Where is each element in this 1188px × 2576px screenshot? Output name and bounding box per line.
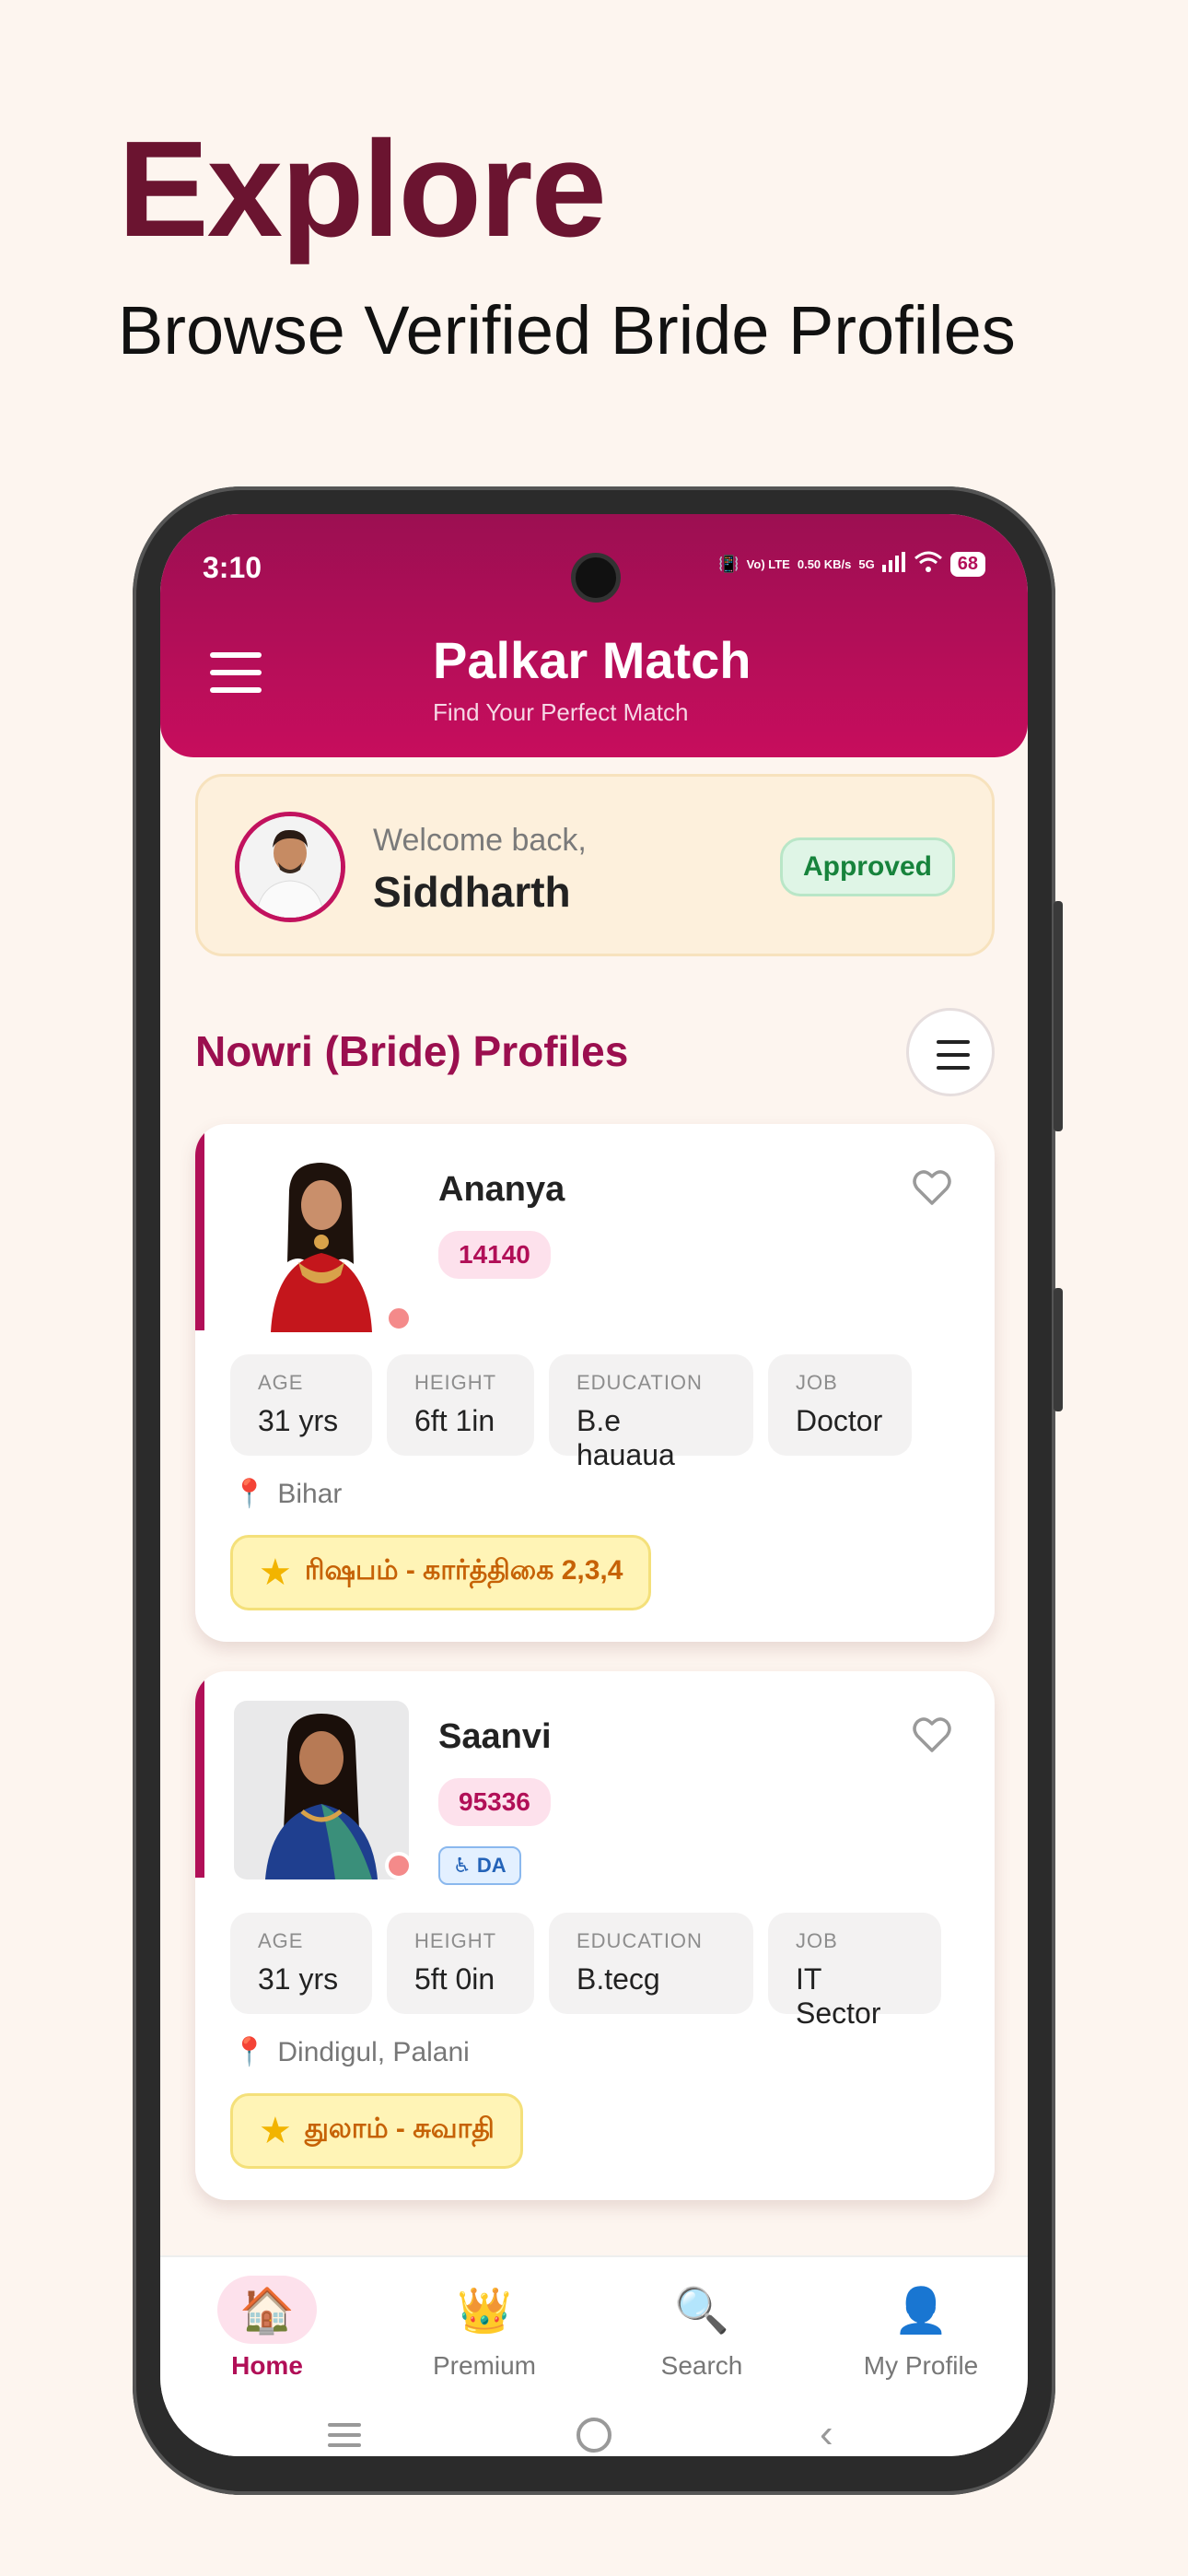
stat-label: EDUCATION — [577, 1929, 703, 1952]
profile-card[interactable]: Ananya 14140 AGE 31 yrs HEIGHT 6ft 1in E… — [195, 1124, 995, 1642]
stat-job: JOB IT Sector — [768, 1913, 941, 2030]
app-bar: 3:10 📳 Vo) LTE 0.50 KB/s 5G 68 Palkar Ma… — [160, 514, 1028, 757]
back-icon[interactable]: ‹ — [820, 2414, 833, 2454]
stat-label: HEIGHT — [414, 1371, 497, 1394]
star-rasi-text: ரிஷபம் - கார்த்திகை 2,3,4 — [304, 1555, 623, 1586]
section-title: Nowri (Bride) Profiles — [195, 1027, 629, 1075]
welcome-label: Welcome back, — [373, 823, 587, 858]
nav-my-profile[interactable]: 👤 My Profile — [838, 2276, 1004, 2381]
stat-job: JOB Doctor — [768, 1354, 912, 1456]
profile-name: Ananya — [438, 1170, 565, 1209]
card-accent — [195, 1671, 204, 1878]
stat-value: 6ft 1in — [414, 1404, 495, 1437]
stat-label: JOB — [796, 1929, 838, 1952]
location-text: Dindigul, Palani — [277, 2036, 470, 2067]
nav-home[interactable]: 🏠 Home — [184, 2276, 350, 2381]
status-badge: Approved — [779, 837, 955, 896]
stat-value: B.tecg — [577, 1962, 660, 1996]
battery-level: 68 — [949, 552, 985, 577]
signal-icon — [881, 552, 906, 577]
favorite-heart-icon[interactable] — [910, 1712, 954, 1756]
star-rasi-pill: ★ ரிஷபம் - கார்த்திகை 2,3,4 — [230, 1535, 652, 1610]
speed-label: 0.50 KB/s — [797, 556, 852, 571]
stat-height: HEIGHT 5ft 0in — [387, 1913, 534, 2014]
location-text: Bihar — [277, 1478, 343, 1509]
profile-photo[interactable] — [234, 1153, 409, 1332]
disability-badge: ♿ DA — [438, 1846, 521, 1885]
search-icon: 🔍 — [674, 2286, 729, 2336]
stat-value: 31 yrs — [258, 1404, 339, 1437]
online-status-dot — [385, 1305, 413, 1332]
disability-badge-label: DA — [476, 1854, 507, 1877]
stat-education: EDUCATION B.tecg — [549, 1913, 753, 2014]
stat-value: B.e hauaua — [577, 1404, 675, 1471]
star-rasi-pill: ★ துலாம் - சுவாதி — [230, 2093, 523, 2169]
wifi-icon — [914, 551, 943, 578]
stat-label: EDUCATION — [577, 1371, 703, 1394]
filter-button[interactable] — [906, 1008, 995, 1096]
location-pin-icon: 📍 — [232, 1479, 267, 1509]
5g-label: 5G — [858, 556, 875, 571]
volume-button — [1054, 901, 1063, 1131]
phone-screen: 3:10 📳 Vo) LTE 0.50 KB/s 5G 68 Palkar Ma… — [160, 514, 1028, 2456]
star-icon: ★ — [259, 2111, 292, 2151]
nav-premium[interactable]: 👑 Premium — [402, 2276, 567, 2381]
user-name: Siddharth — [373, 868, 571, 916]
system-navigation-bar: ‹ — [160, 2414, 1028, 2454]
profile-photo[interactable] — [234, 1701, 409, 1879]
status-time: 3:10 — [203, 551, 262, 584]
welcome-card[interactable]: Welcome back, Siddharth Approved — [195, 774, 995, 956]
bottom-navigation: 🏠 Home 👑 Premium 🔍 Search 👤 My Profile ‹ — [160, 2255, 1028, 2456]
promo-subline: Browse Verified Bride Profiles — [118, 292, 1016, 369]
app-subtitle: Find Your Perfect Match — [433, 698, 689, 726]
crown-icon: 👑 — [457, 2286, 512, 2336]
stat-height: HEIGHT 6ft 1in — [387, 1354, 534, 1456]
user-icon: 👤 — [893, 2286, 949, 2336]
stat-label: AGE — [258, 1929, 304, 1952]
network-label: Vo) LTE — [746, 556, 790, 571]
profile-name: Saanvi — [438, 1717, 552, 1756]
power-button — [1054, 1288, 1063, 1411]
system-home-icon[interactable] — [577, 2418, 611, 2453]
star-rasi-text: துலாம் - சுவாதி — [304, 2113, 495, 2144]
online-status-dot — [385, 1852, 413, 1879]
phone-frame: 3:10 📳 Vo) LTE 0.50 KB/s 5G 68 Palkar Ma… — [133, 486, 1063, 2495]
stat-value: IT Sector — [796, 1962, 881, 2030]
nav-search[interactable]: 🔍 Search — [619, 2276, 785, 2381]
location-pin-icon: 📍 — [232, 2037, 267, 2067]
profile-id-badge: 14140 — [438, 1231, 551, 1279]
stat-label: HEIGHT — [414, 1929, 497, 1952]
card-accent — [195, 1124, 204, 1330]
vibrate-icon: 📳 — [718, 555, 740, 573]
stat-education: EDUCATION B.e hauaua — [549, 1354, 753, 1471]
profile-card[interactable]: Saanvi 95336 ♿ DA AGE 31 yrs HEIGHT 5ft … — [195, 1671, 995, 2200]
front-camera — [571, 553, 621, 603]
promo-headline: Explore — [118, 113, 607, 265]
avatar[interactable] — [235, 812, 345, 922]
star-icon: ★ — [259, 1552, 292, 1593]
accessibility-icon: ♿ — [453, 1854, 472, 1877]
nav-label: Home — [231, 2351, 303, 2380]
stat-age: AGE 31 yrs — [230, 1354, 372, 1456]
status-icons: 📳 Vo) LTE 0.50 KB/s 5G 68 — [718, 551, 985, 578]
hamburger-menu-icon[interactable] — [210, 652, 262, 697]
app-title: Palkar Match — [433, 631, 751, 689]
stat-value: 5ft 0in — [414, 1962, 495, 1996]
stat-label: JOB — [796, 1371, 838, 1394]
profile-location: 📍 Dindigul, Palani — [232, 2036, 470, 2068]
stat-value: Doctor — [796, 1404, 883, 1437]
profile-id-badge: 95336 — [438, 1778, 551, 1826]
profile-location: 📍 Bihar — [232, 1478, 342, 1510]
stat-age: AGE 31 yrs — [230, 1913, 372, 2014]
home-icon: 🏠 — [217, 2276, 317, 2344]
stat-value: 31 yrs — [258, 1962, 339, 1996]
favorite-heart-icon[interactable] — [910, 1165, 954, 1209]
nav-label: Search — [660, 2351, 743, 2380]
recent-apps-icon[interactable] — [328, 2423, 361, 2453]
nav-label: Premium — [432, 2351, 536, 2380]
stat-label: AGE — [258, 1371, 304, 1394]
nav-label: My Profile — [863, 2351, 979, 2380]
